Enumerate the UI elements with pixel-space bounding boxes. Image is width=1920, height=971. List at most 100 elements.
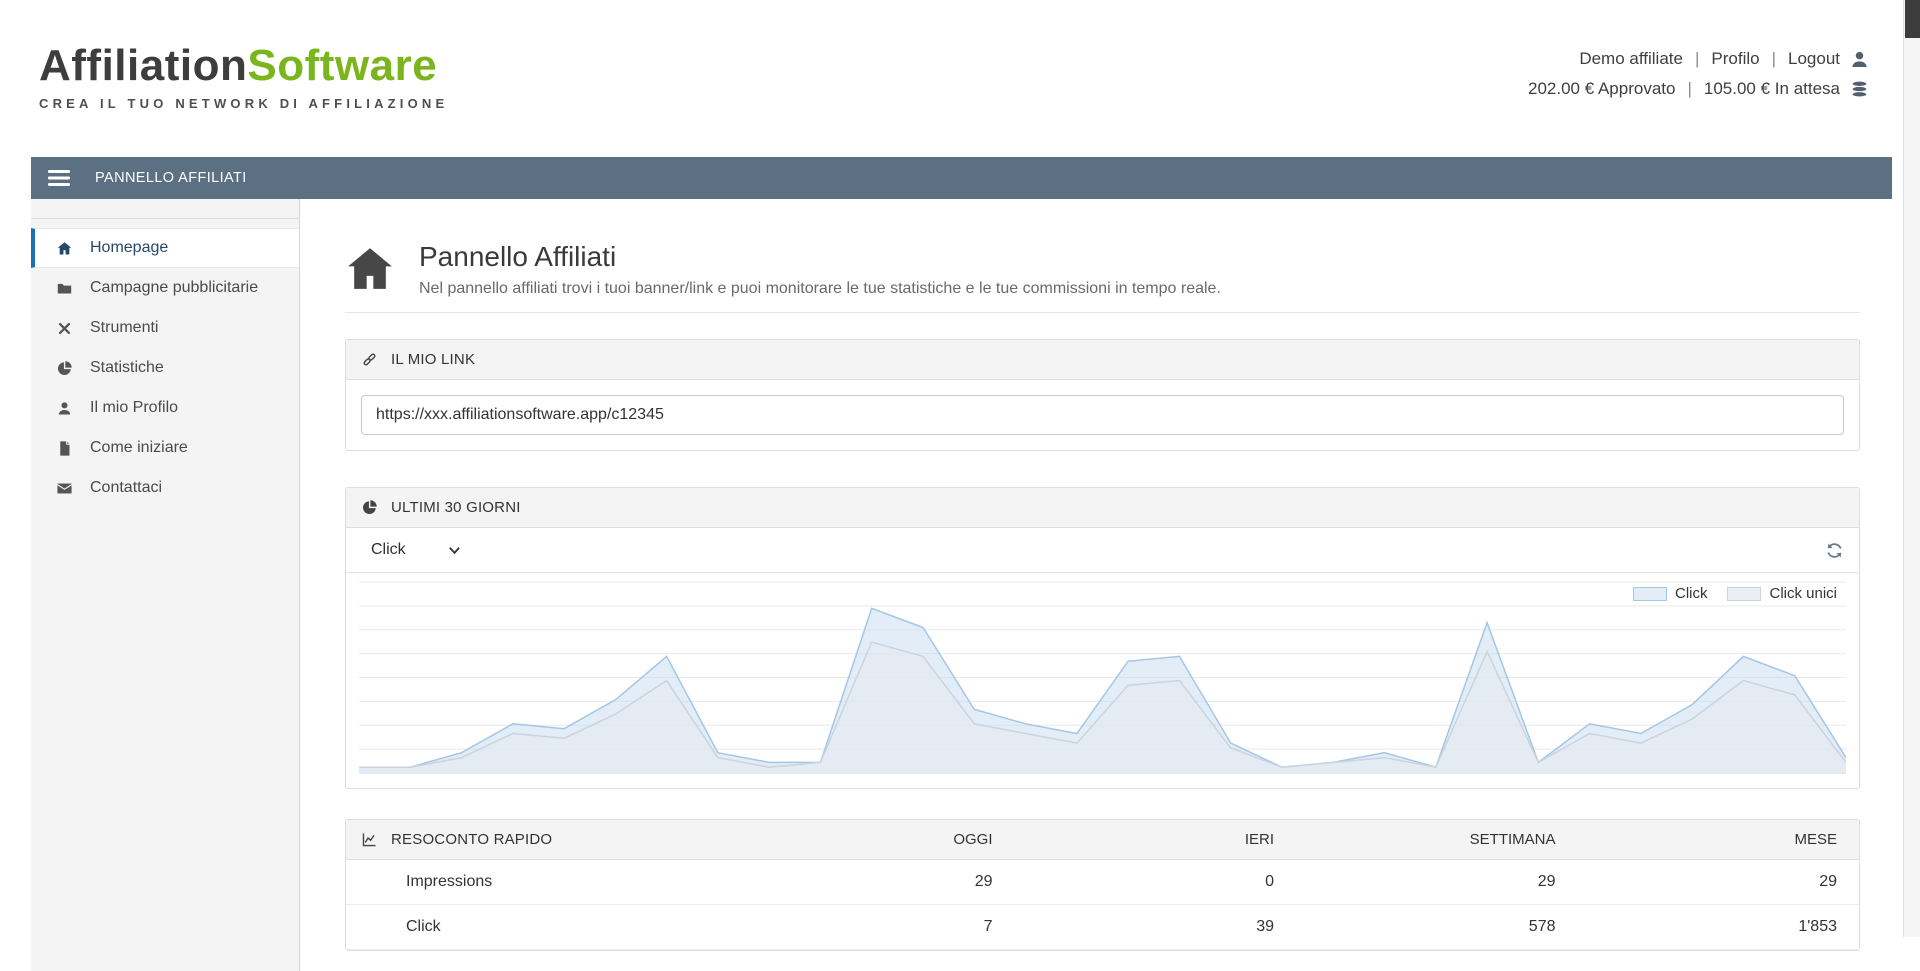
pie-chart-icon	[56, 360, 73, 377]
folder-icon	[56, 280, 73, 297]
cell-value: 29	[733, 873, 1015, 891]
coins-icon	[1849, 79, 1870, 100]
navbar: PANNELLO AFFILIATI	[31, 157, 1892, 199]
profile-link[interactable]: Profilo	[1711, 49, 1759, 69]
content: Homepage Campagne pubblicitarie Strument…	[31, 199, 1892, 971]
site-header: AffiliationSoftware CREA IL TUO NETWORK …	[31, 0, 1892, 157]
quick-report-panel: RESOCONTO RAPIDO OGGI IERI SETTIMANA MES…	[345, 819, 1860, 951]
my-link-panel-title: IL MIO LINK	[391, 351, 475, 368]
legend-item-click[interactable]: Click	[1633, 585, 1708, 602]
chart-metric-value: Click	[371, 541, 406, 559]
row-label: Click	[346, 918, 733, 936]
legend-label: Click	[1675, 585, 1708, 602]
separator: |	[1772, 49, 1776, 69]
chart-area: Click Click unici	[346, 573, 1859, 788]
balance-row: 202.00 € Approvato | 105.00 € In attesa	[1528, 76, 1870, 102]
sidebar-item-label: Come iniziare	[90, 439, 188, 457]
last-30-days-panel-title: ULTIMI 30 GIORNI	[391, 499, 521, 516]
link-icon	[361, 351, 378, 368]
sidebar-item-come-iniziare[interactable]: Come iniziare	[31, 428, 299, 468]
sidebar-item-campagne[interactable]: Campagne pubblicitarie	[31, 268, 299, 308]
my-link-panel-body	[346, 380, 1859, 450]
balance-approved: 202.00 € Approvato	[1528, 79, 1675, 99]
user-menu-row: Demo affiliate | Profilo | Logout	[1528, 46, 1870, 72]
sidebar-item-label: Campagne pubblicitarie	[90, 279, 258, 297]
table-row-impressions: Impressions 29 0 29 29	[346, 860, 1859, 905]
chart-toolbar: Click	[346, 528, 1859, 573]
logo-wordmark: AffiliationSoftware	[39, 44, 448, 88]
last-30-days-panel: ULTIMI 30 GIORNI Click	[345, 487, 1860, 789]
page: AffiliationSoftware CREA IL TUO NETWORK …	[31, 0, 1892, 971]
quick-report-header: RESOCONTO RAPIDO OGGI IERI SETTIMANA MES…	[346, 820, 1859, 860]
legend-swatch-click-unici	[1727, 587, 1761, 601]
cell-value: 7	[733, 918, 1015, 936]
tools-icon	[56, 320, 73, 337]
row-label: Impressions	[346, 873, 733, 891]
column-header-settimana: SETTIMANA	[1296, 831, 1578, 848]
main: Pannello Affiliati Nel pannello affiliat…	[300, 199, 1892, 971]
user-icon	[1849, 49, 1870, 70]
logo-tagline: CREA IL TUO NETWORK DI AFFILIAZIONE	[39, 96, 448, 111]
sidebar-item-profilo[interactable]: Il mio Profilo	[31, 388, 299, 428]
cell-value: 29	[1578, 873, 1860, 891]
separator: |	[1695, 49, 1699, 69]
sidebar-item-label: Statistiche	[90, 359, 164, 377]
user-icon	[56, 400, 73, 417]
user-name-link[interactable]: Demo affiliate	[1579, 49, 1683, 69]
scrollbar-track[interactable]	[1903, 0, 1920, 937]
navbar-title: PANNELLO AFFILIATI	[95, 170, 247, 186]
chevron-down-icon	[448, 545, 461, 556]
sidebar-item-label: Contattaci	[90, 479, 162, 497]
sidebar-item-homepage[interactable]: Homepage	[31, 228, 299, 268]
affiliate-link-input[interactable]	[361, 395, 1844, 435]
line-chart-icon	[361, 831, 378, 848]
sidebar: Homepage Campagne pubblicitarie Strument…	[31, 199, 300, 971]
quick-report-title: RESOCONTO RAPIDO	[391, 831, 552, 848]
quick-report-title-cell: RESOCONTO RAPIDO	[346, 831, 733, 848]
cell-value: 39	[1015, 918, 1297, 936]
page-title: Pannello Affiliati	[419, 241, 1221, 273]
cell-value: 0	[1015, 873, 1297, 891]
page-header: Pannello Affiliati Nel pannello affiliat…	[345, 241, 1860, 313]
cell-value: 1'853	[1578, 918, 1860, 936]
home-icon	[345, 245, 395, 291]
logo-part-software: Software	[247, 41, 437, 90]
area-chart	[359, 581, 1846, 776]
balance-pending: 105.00 € In attesa	[1704, 79, 1840, 99]
my-link-panel-header: IL MIO LINK	[346, 340, 1859, 380]
legend-swatch-click	[1633, 587, 1667, 601]
column-header-ieri: IERI	[1015, 831, 1297, 848]
sidebar-item-label: Il mio Profilo	[90, 399, 178, 417]
sidebar-item-contattaci[interactable]: Contattaci	[31, 468, 299, 508]
legend-label: Click unici	[1769, 585, 1837, 602]
column-header-mese: MESE	[1578, 831, 1860, 848]
header-user-area: Demo affiliate | Profilo | Logout 202.00…	[1528, 46, 1870, 102]
sidebar-item-label: Homepage	[90, 239, 168, 257]
separator: |	[1687, 79, 1691, 99]
scrollbar-thumb[interactable]	[1905, 0, 1920, 38]
cell-value: 29	[1296, 873, 1578, 891]
pie-chart-icon	[361, 499, 378, 516]
sidebar-item-strumenti[interactable]: Strumenti	[31, 308, 299, 348]
sidebar-divider	[31, 209, 299, 219]
legend-item-click-unici[interactable]: Click unici	[1727, 585, 1837, 602]
column-header-oggi: OGGI	[733, 831, 1015, 848]
sidebar-item-statistiche[interactable]: Statistiche	[31, 348, 299, 388]
cell-value: 578	[1296, 918, 1578, 936]
page-header-text: Pannello Affiliati Nel pannello affiliat…	[419, 241, 1221, 298]
home-icon	[56, 240, 73, 257]
logo[interactable]: AffiliationSoftware CREA IL TUO NETWORK …	[39, 44, 448, 111]
my-link-panel: IL MIO LINK	[345, 339, 1860, 451]
sidebar-item-label: Strumenti	[90, 319, 158, 337]
logout-link[interactable]: Logout	[1788, 49, 1840, 69]
last-30-days-panel-header: ULTIMI 30 GIORNI	[346, 488, 1859, 528]
table-row-click: Click 7 39 578 1'853	[346, 905, 1859, 950]
hamburger-menu-icon[interactable]	[48, 167, 70, 189]
chart-metric-select[interactable]: Click	[361, 535, 469, 565]
file-icon	[56, 440, 73, 457]
chart-legend: Click Click unici	[1633, 585, 1837, 602]
refresh-icon[interactable]	[1825, 541, 1844, 560]
page-subtitle: Nel pannello affiliati trovi i tuoi bann…	[419, 280, 1221, 298]
logo-part-affiliation: Affiliation	[39, 41, 247, 90]
envelope-icon	[56, 480, 73, 497]
